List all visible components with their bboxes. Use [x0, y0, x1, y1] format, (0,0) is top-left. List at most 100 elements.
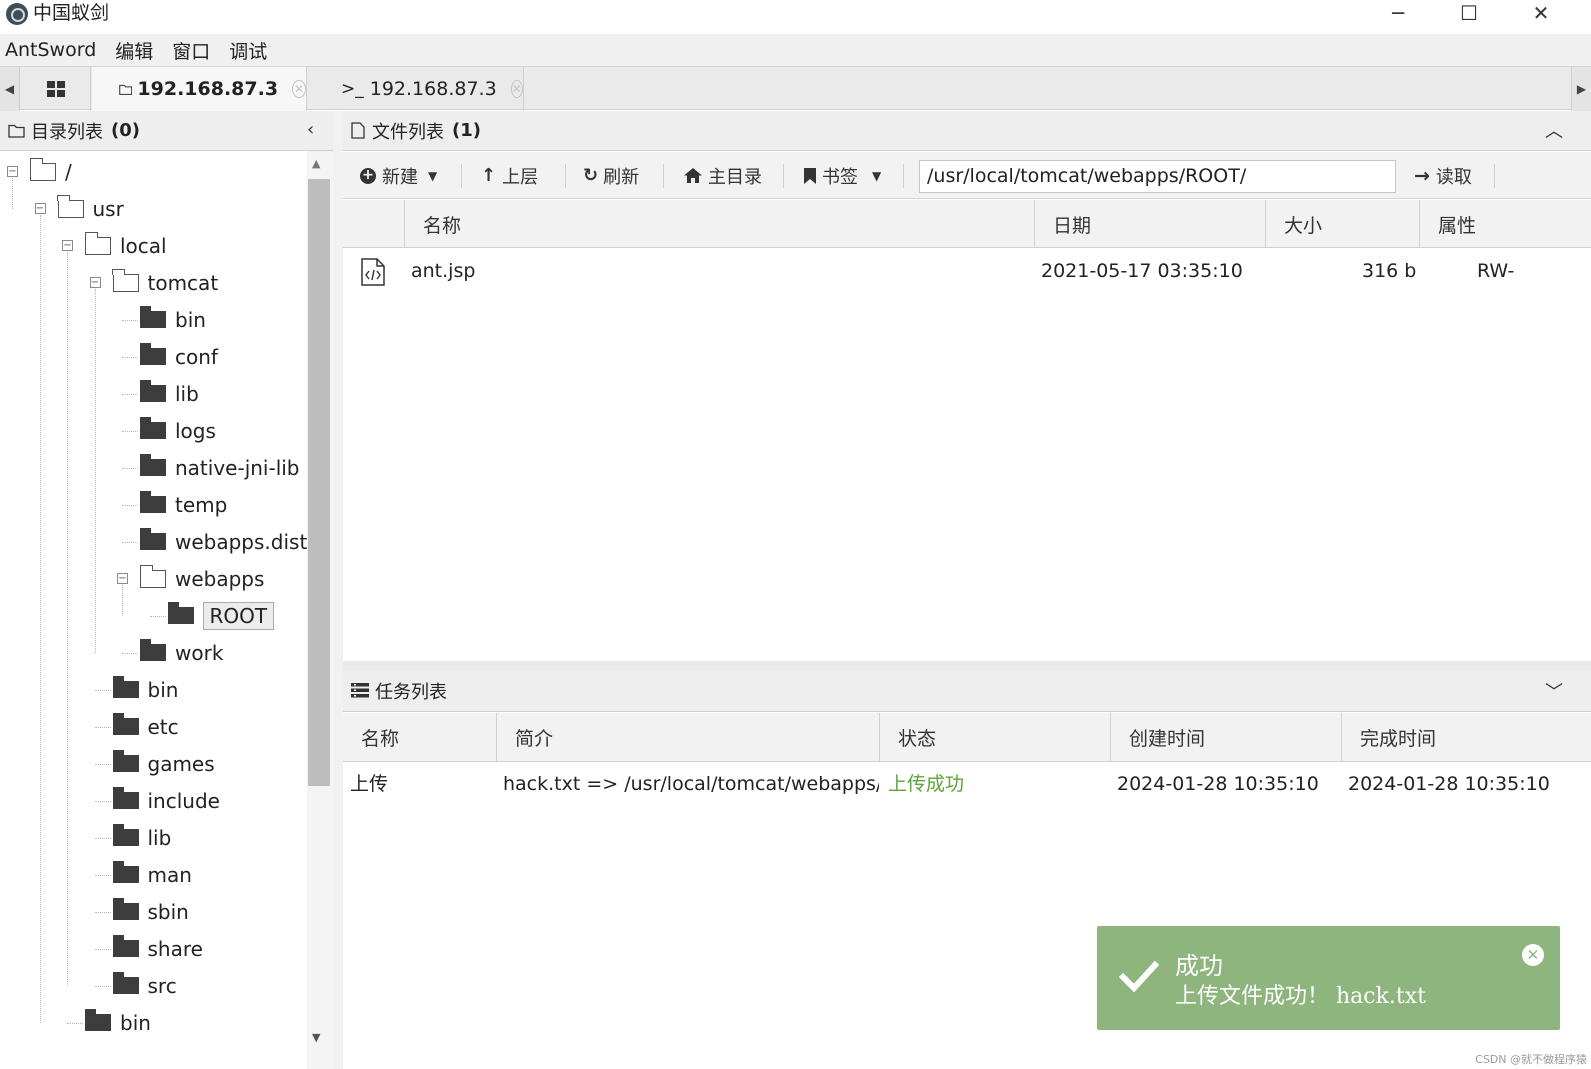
tree-node[interactable]: etc — [112, 708, 179, 745]
menu-antsword[interactable]: AntSword — [5, 39, 96, 61]
tree-node[interactable]: src — [112, 967, 177, 1004]
toolbar-divider — [663, 164, 664, 188]
read-button[interactable]: → 读取 — [1414, 152, 1472, 199]
chevron-down-icon[interactable]: ﹀ — [1545, 678, 1563, 704]
folder-icon — [112, 935, 139, 957]
tree-node[interactable]: share — [112, 930, 203, 967]
toast-close-icon[interactable]: ✕ — [1522, 944, 1544, 966]
tree-node[interactable]: ROOT — [167, 597, 275, 634]
tab-close-icon[interactable]: ✕ — [292, 80, 306, 98]
maximize-button[interactable]: ☐ — [1439, 0, 1499, 26]
toolbar-divider — [783, 164, 784, 188]
tree-node-label: src — [147, 973, 177, 998]
menu-edit[interactable]: 编辑 — [115, 37, 153, 64]
tree-node[interactable]: bin — [140, 301, 206, 338]
tree-node-label: bin — [175, 307, 206, 332]
tab-terminal[interactable]: >_ 192.168.87.3 ✕ — [308, 67, 524, 111]
tree-node[interactable]: logs — [140, 412, 216, 449]
tree-node[interactable]: lib — [112, 819, 171, 856]
task-column-finished[interactable]: 完成时间 — [1341, 713, 1591, 761]
horizontal-splitter[interactable] — [343, 661, 1591, 670]
tree-collapse-icon[interactable]: − — [34, 203, 46, 214]
column-size[interactable]: 大小 — [1265, 200, 1419, 248]
scroll-down-icon[interactable]: ▼ — [312, 1031, 320, 1044]
tree-node[interactable]: work — [140, 634, 223, 671]
task-column-desc[interactable]: 简介 — [496, 713, 879, 761]
bookmark-button[interactable]: 书签 ▼ — [804, 152, 881, 199]
file-grid-header: 名称 日期 大小 属性 — [343, 200, 1591, 248]
column-name[interactable]: 名称 — [404, 200, 1034, 248]
tree-node[interactable]: local — [84, 227, 167, 264]
tree-connector — [122, 357, 138, 358]
caret-down-icon: ▼ — [428, 168, 438, 183]
tree-node[interactable]: tomcat — [112, 264, 218, 301]
tree-node-label: bin — [120, 1010, 151, 1035]
code-file-icon — [361, 258, 385, 286]
tree-node-label: conf — [175, 344, 218, 369]
tree-node-label: games — [147, 751, 215, 776]
tree-node[interactable]: webapps — [139, 560, 265, 597]
tree-node[interactable]: usr — [57, 190, 124, 227]
read-label: 读取 — [1435, 166, 1472, 188]
task-column-status[interactable]: 状态 — [879, 713, 1110, 761]
file-size: 316 b — [1362, 260, 1417, 282]
home-dir-button[interactable]: 主目录 — [684, 152, 762, 199]
folder-icon — [112, 861, 139, 883]
tree-node-label: webapps — [175, 566, 265, 591]
tree-node[interactable]: native-jni-lib — [140, 449, 300, 486]
tree-collapse-icon[interactable]: − — [117, 573, 128, 584]
path-input[interactable]: /usr/local/tomcat/webapps/ROOT/ — [919, 160, 1396, 193]
tree-node[interactable]: temp — [140, 486, 227, 523]
task-column-name[interactable]: 名称 — [343, 713, 496, 761]
chevron-up-icon[interactable]: ︿ — [1545, 117, 1563, 143]
tree-node[interactable]: bin — [85, 1004, 151, 1041]
tree-node[interactable]: games — [112, 745, 215, 782]
tree-connector — [94, 727, 111, 728]
tab-home[interactable] — [21, 67, 91, 111]
folder-open-icon — [112, 268, 139, 292]
tree-node-label: include — [147, 788, 220, 813]
close-window-button[interactable]: ✕ — [1511, 0, 1571, 26]
tab-close-icon[interactable]: ✕ — [510, 80, 523, 98]
task-finished-time: 2024-01-28 10:35:10 — [1348, 773, 1550, 795]
folder-icon — [140, 417, 166, 439]
scroll-up-icon[interactable]: ▲ — [312, 157, 320, 170]
file-toolbar: + 新建 ▼ ↑ 上层 ↻ 刷新 主目录 书签 ▼ /usr/local/tom… — [343, 152, 1591, 199]
tree-node[interactable]: include — [112, 782, 220, 819]
tree-node[interactable]: sbin — [112, 893, 189, 930]
directory-panel-header: 目录列表 (0) ‹ — [0, 111, 333, 151]
tree-collapse-icon[interactable]: − — [62, 240, 73, 251]
tree-node[interactable]: / — [29, 153, 72, 190]
tree-collapse-icon[interactable]: − — [7, 166, 18, 177]
task-grid-header: 名称 简介 状态 创建时间 完成时间 — [343, 713, 1591, 762]
task-row[interactable]: 上传 hack.txt => /usr/local/tomcat/webapps… — [343, 762, 1591, 806]
tab-file-manager[interactable]: 192.168.87.3 ✕ — [92, 67, 307, 111]
tree-node[interactable]: webapps.dist — [140, 523, 307, 560]
toolbar-divider — [1494, 164, 1495, 188]
directory-panel-title: 目录列表 — [31, 121, 103, 143]
column-attributes[interactable]: 属性 — [1419, 200, 1591, 248]
tab-scroll-left-button[interactable]: ◀ — [0, 67, 20, 111]
tree-node[interactable]: man — [112, 856, 192, 893]
up-level-button[interactable]: ↑ 上层 — [481, 152, 538, 199]
vertical-splitter[interactable] — [333, 111, 343, 1069]
directory-scrollbar-thumb[interactable] — [308, 179, 330, 786]
task-column-created[interactable]: 创建时间 — [1110, 713, 1341, 761]
toolbar-divider — [565, 164, 566, 188]
tree-node[interactable]: conf — [140, 338, 218, 375]
tree-collapse-icon[interactable]: − — [89, 277, 101, 288]
menu-window[interactable]: 窗口 — [172, 37, 210, 64]
collapse-panel-icon[interactable]: ‹ — [307, 119, 314, 140]
title-bar: 中国蚁剑 ─ ☐ ✕ — [0, 0, 1591, 32]
column-date[interactable]: 日期 — [1034, 200, 1265, 248]
tree-node[interactable]: lib — [140, 375, 199, 412]
tree-connector — [94, 875, 111, 876]
refresh-button[interactable]: ↻ 刷新 — [583, 152, 639, 199]
menu-debug[interactable]: 调试 — [229, 37, 267, 64]
tab-scroll-right-button[interactable]: ▶ — [1571, 67, 1591, 111]
file-row[interactable]: ant.jsp 2021-05-17 03:35:10 316 b RW- — [343, 248, 1591, 294]
minimize-button[interactable]: ─ — [1368, 0, 1428, 26]
home-icon — [684, 168, 702, 183]
new-button[interactable]: + 新建 ▼ — [360, 152, 437, 199]
tree-node[interactable]: bin — [112, 671, 178, 708]
